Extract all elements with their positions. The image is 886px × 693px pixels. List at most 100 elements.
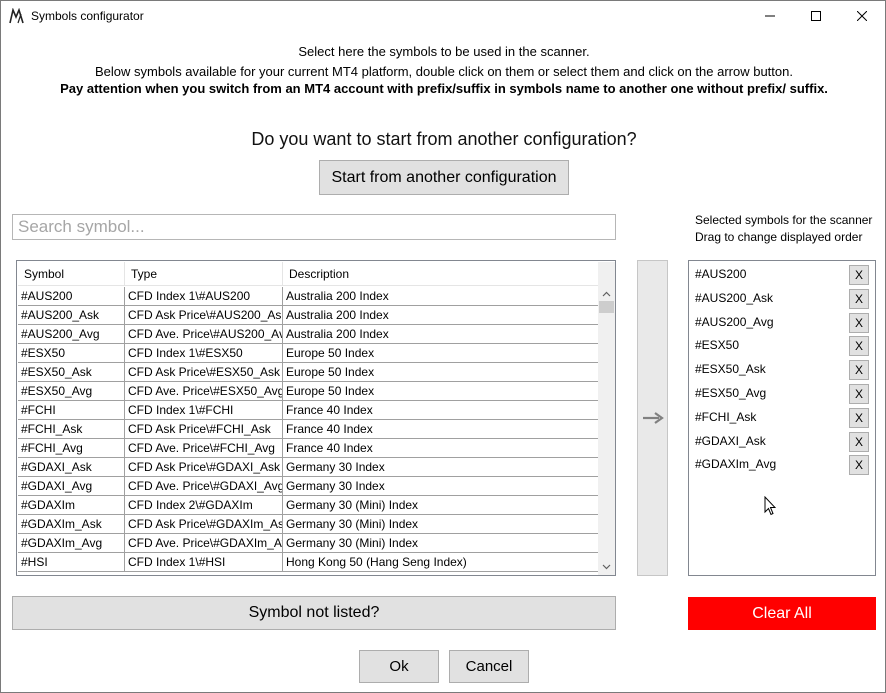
table-header: Symbol Type Description — [18, 262, 599, 286]
cell-symbol: #ESX50 — [18, 344, 125, 363]
intro-line-2: Below symbols available for your current… — [95, 64, 793, 79]
cell-description: Australia 200 Index — [283, 325, 598, 344]
selected-symbol-item[interactable]: #AUS200 — [695, 267, 746, 281]
search-symbol-input[interactable] — [12, 214, 616, 240]
cell-symbol: #GDAXI_Avg — [18, 477, 125, 496]
remove-symbol-button[interactable]: X — [849, 336, 869, 357]
minimize-button[interactable] — [747, 1, 793, 31]
table-row[interactable]: #GDAXIm_Ask CFD Ask Price\#GDAXIm_Ask Germ… — [18, 515, 598, 534]
cell-description: Germany 30 (Mini) Index — [283, 515, 598, 534]
remove-symbol-button[interactable]: X — [849, 265, 869, 285]
title-bar: Symbols configurator — [1, 1, 885, 31]
maximize-button[interactable] — [793, 1, 839, 31]
minimize-icon — [765, 15, 775, 17]
table-row[interactable]: #FCHI_Avg CFD Ave. Price\#FCHI_Avg France … — [18, 439, 598, 458]
table-row[interactable]: #HSI CFD Index 1\#HSI Hong Kong 50 (Hang S… — [18, 553, 598, 572]
cell-symbol: #GDAXI_Ask — [18, 458, 125, 477]
selected-symbol-item[interactable]: #FCHI_Ask — [695, 410, 756, 424]
cell-description: Europe 50 Index — [283, 363, 598, 382]
table-row[interactable]: #AUS200 CFD Index 1\#AUS200 Australia 200 … — [18, 287, 598, 306]
table-row[interactable]: #AUS200_Avg CFD Ave. Price\#AUS200_Avg Aus… — [18, 325, 598, 344]
remove-symbol-button[interactable]: X — [849, 384, 869, 404]
cell-symbol: #GDAXIm_Ask — [18, 515, 125, 534]
remove-symbol-button[interactable]: X — [849, 288, 869, 309]
cell-description: France 40 Index — [283, 420, 598, 439]
cell-type: CFD Ave. Price\#ESX50_Avg — [125, 382, 283, 401]
table-row[interactable]: #ESX50_Ask CFD Ask Price\#ESX50_Ask Europe… — [18, 363, 598, 382]
scrollbar-thumb[interactable] — [599, 301, 614, 313]
cell-description: Germany 30 Index — [283, 477, 598, 496]
cell-symbol: #FCHI_Avg — [18, 439, 125, 458]
cell-type: CFD Ave. Price\#GDAXI_Avg — [125, 477, 283, 496]
cell-description: Australia 200 Index — [283, 306, 598, 325]
cell-type: CFD Ask Price\#ESX50_Ask — [125, 363, 283, 382]
cell-type: CFD Ave. Price\#FCHI_Avg — [125, 439, 283, 458]
cell-symbol: #FCHI — [18, 401, 125, 420]
column-header-symbol[interactable]: Symbol — [18, 262, 125, 286]
chevron-up-icon — [602, 291, 611, 296]
cell-description: France 40 Index — [283, 439, 598, 458]
cell-type: CFD Ask Price\#FCHI_Ask — [125, 420, 283, 439]
close-button[interactable] — [839, 1, 885, 31]
table-row[interactable]: #ESX50_Avg CFD Ave. Price\#ESX50_Avg Europ… — [18, 382, 598, 401]
table-row[interactable]: #AUS200_Ask CFD Ask Price\#AUS200_Ask Aust… — [18, 306, 598, 325]
cell-symbol: #GDAXIm — [18, 496, 125, 515]
remove-symbol-button[interactable]: X — [849, 312, 869, 333]
remove-symbol-button[interactable]: X — [849, 455, 869, 476]
cell-description: Hong Kong 50 (Hang Seng Index) — [283, 553, 598, 572]
prefix-suffix-warning: Pay attention when you switch from an MT… — [60, 81, 828, 96]
add-symbol-arrow-button[interactable] — [637, 260, 668, 576]
scroll-up-button[interactable] — [598, 285, 615, 302]
drag-order-hint: Drag to change displayed order — [695, 230, 863, 244]
column-header-description[interactable]: Description — [283, 262, 599, 286]
scroll-down-button[interactable] — [598, 558, 615, 575]
cell-description: Europe 50 Index — [283, 344, 598, 363]
cancel-button[interactable]: Cancel — [449, 650, 529, 683]
selected-symbol-item[interactable]: #AUS200_Avg — [695, 315, 774, 329]
selected-symbol-item[interactable]: #AUS200_Ask — [695, 291, 773, 305]
table-row[interactable]: #FCHI CFD Index 1\#FCHI France 40 Index — [18, 401, 598, 420]
cell-type: CFD Ask Price\#AUS200_Ask — [125, 306, 283, 325]
start-from-configuration-button[interactable]: Start from another configuration — [319, 160, 569, 195]
cell-type: CFD Index 1\#ESX50 — [125, 344, 283, 363]
cell-description: Australia 200 Index — [283, 287, 598, 306]
cell-symbol: #AUS200_Avg — [18, 325, 125, 344]
cell-type: CFD Index 1\#FCHI — [125, 401, 283, 420]
cell-symbol: #ESX50_Avg — [18, 382, 125, 401]
start-question: Do you want to start from another config… — [251, 129, 637, 149]
table-row[interactable]: #FCHI_Ask CFD Ask Price\#FCHI_Ask France 4… — [18, 420, 598, 439]
cell-type: CFD Index 1\#AUS200 — [125, 287, 283, 306]
cell-description: Germany 30 (Mini) Index — [283, 496, 598, 515]
cell-symbol: #ESX50_Ask — [18, 363, 125, 382]
table-row[interactable]: #ESX50 CFD Index 1\#ESX50 Europe 50 Index — [18, 344, 598, 363]
remove-symbol-button[interactable]: X — [849, 407, 869, 428]
symbols-configurator-window: Symbols configurator Select here the sym… — [0, 0, 886, 693]
selected-symbol-item[interactable]: #ESX50 — [695, 338, 739, 352]
selected-symbols-hint: Selected symbols for the scanner — [695, 213, 873, 227]
cell-description: Germany 30 Index — [283, 458, 598, 477]
ok-button[interactable]: Ok — [359, 650, 439, 683]
table-row[interactable]: #GDAXIm_Avg CFD Ave. Price\#GDAXIm_Avg Ger… — [18, 534, 598, 553]
symbols-table: Symbol Type Description #AUS200 CFD Index… — [16, 260, 616, 576]
cell-symbol: #AUS200_Ask — [18, 306, 125, 325]
table-row[interactable]: #GDAXIm CFD Index 2\#GDAXIm Germany 30 (Mi… — [18, 496, 598, 515]
selected-symbol-item[interactable]: #GDAXIm_Avg — [695, 457, 776, 471]
window-title: Symbols configurator — [31, 9, 144, 23]
selected-symbol-item[interactable]: #ESX50_Avg — [695, 386, 766, 400]
table-row[interactable]: #GDAXI_Avg CFD Ave. Price\#GDAXI_Avg Germa… — [18, 477, 598, 496]
remove-symbol-button[interactable]: X — [849, 431, 869, 452]
selected-symbols-list: #AUS200 X #AUS200_Ask X #AUS200_Avg X #ESX50 X #… — [688, 260, 876, 576]
cell-symbol: #HSI — [18, 553, 125, 572]
close-icon — [857, 11, 867, 21]
column-header-type[interactable]: Type — [125, 262, 283, 286]
cell-type: CFD Ask Price\#GDAXIm_Ask — [125, 515, 283, 534]
cell-symbol: #GDAXIm_Avg — [18, 534, 125, 553]
symbol-not-listed-button[interactable]: Symbol not listed? — [12, 596, 616, 630]
selected-symbol-item[interactable]: #ESX50_Ask — [695, 362, 766, 376]
remove-symbol-button[interactable]: X — [849, 360, 869, 381]
selected-symbol-item[interactable]: #GDAXI_Ask — [695, 434, 766, 448]
cell-description: France 40 Index — [283, 401, 598, 420]
clear-all-button[interactable]: Clear All — [688, 597, 876, 630]
table-row[interactable]: #GDAXI_Ask CFD Ask Price\#GDAXI_Ask German… — [18, 458, 598, 477]
mouse-cursor-icon — [764, 496, 776, 516]
